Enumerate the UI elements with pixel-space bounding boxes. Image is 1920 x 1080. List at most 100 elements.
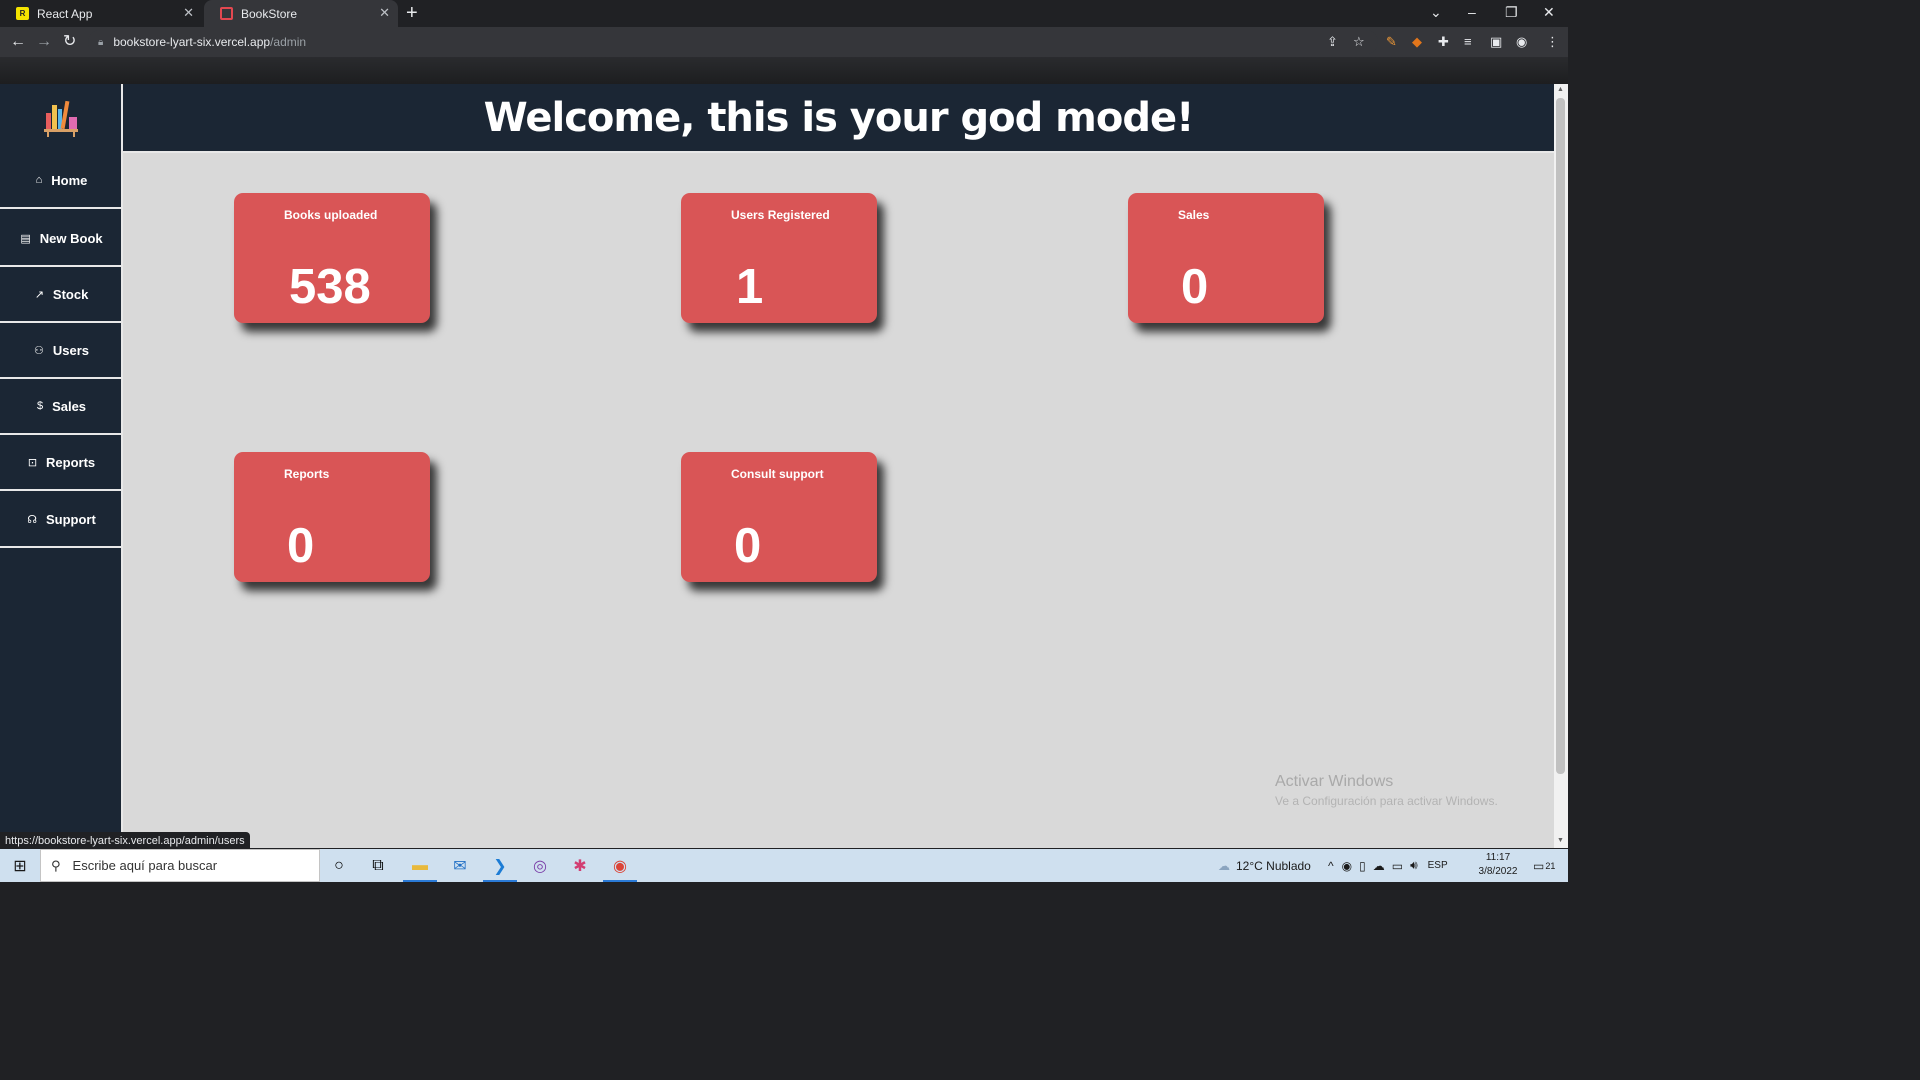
sidebar-item-label: New Book bbox=[39, 230, 103, 246]
stat-card-reports[interactable]: Reports 0 bbox=[234, 452, 430, 582]
book-add-icon: ▤ bbox=[20, 232, 31, 245]
notification-icon: ▭ bbox=[1533, 858, 1545, 873]
tab-title: BookStore bbox=[241, 6, 298, 21]
search-icon: ⚲ bbox=[51, 857, 61, 873]
sidebar-item-stock[interactable]: ↗ Stock bbox=[0, 267, 123, 323]
profile-avatar-icon[interactable]: ◉ bbox=[1516, 33, 1527, 51]
logo[interactable] bbox=[0, 84, 121, 153]
reload-icon[interactable]: ↻ bbox=[63, 32, 76, 52]
sidebar-item-sales[interactable]: $ Sales bbox=[0, 379, 123, 435]
bookmarks-bar bbox=[0, 57, 1568, 84]
sidebar-item-new-book[interactable]: ▤ New Book bbox=[0, 211, 123, 267]
report-icon: ⊡ bbox=[27, 456, 38, 469]
trend-icon: ↗ bbox=[34, 288, 44, 301]
stat-card-sales[interactable]: Sales 0 bbox=[1128, 193, 1324, 323]
activation-watermark-title: Activar Windows bbox=[1275, 773, 1394, 790]
github-desktop-icon[interactable]: ◎ bbox=[521, 849, 559, 882]
restore-icon[interactable]: ❐ bbox=[1505, 2, 1518, 22]
chevron-up-icon[interactable]: ^ bbox=[1328, 859, 1334, 873]
share-icon[interactable]: ⇪ bbox=[1327, 33, 1338, 51]
sidebar-item-reports[interactable]: ⊡ Reports bbox=[0, 435, 123, 491]
reading-list-icon[interactable]: ≡ bbox=[1464, 33, 1472, 51]
cloud-icon: ☁ bbox=[1218, 858, 1230, 873]
network-icon[interactable]: ▭ bbox=[1392, 859, 1403, 873]
user-icon: ⚇ bbox=[33, 344, 44, 357]
minimize-icon[interactable]: – bbox=[1468, 2, 1476, 22]
notifications-button[interactable]: ▭ 21 bbox=[1533, 849, 1555, 882]
new-tab-icon[interactable]: + bbox=[406, 3, 418, 23]
task-view-icon[interactable]: ⧉ bbox=[359, 849, 397, 882]
fox-extension-icon[interactable]: ◆ bbox=[1412, 33, 1422, 51]
close-icon[interactable]: ✕ bbox=[379, 6, 390, 20]
forward-icon[interactable]: → bbox=[36, 32, 52, 52]
card-value: 0 bbox=[734, 519, 762, 573]
stat-card-books[interactable]: Books uploaded 538 bbox=[234, 193, 430, 323]
pen-extension-icon[interactable]: ✎ bbox=[1386, 33, 1397, 51]
react-app-icon: R bbox=[16, 7, 29, 20]
taskbar-clock[interactable]: 11:17 3/8/2022 bbox=[1470, 851, 1526, 879]
extensions-icon[interactable]: ✚ bbox=[1438, 33, 1449, 51]
dollar-icon: $ bbox=[36, 400, 44, 412]
url-path: /admin bbox=[270, 35, 307, 49]
back-icon[interactable]: ← bbox=[10, 32, 26, 52]
card-value: 538 bbox=[289, 260, 371, 314]
taskbar-search-input[interactable]: ⚲ Escribe aquí para buscar bbox=[40, 849, 320, 882]
card-title: Books uploaded bbox=[284, 208, 378, 222]
page-header: Welcome, this is your god mode! bbox=[123, 84, 1554, 153]
vscode-icon[interactable]: ❯ bbox=[481, 849, 519, 882]
slack-icon[interactable]: ✱ bbox=[561, 849, 599, 882]
sidebar-item-label: Sales bbox=[52, 398, 87, 414]
bookmark-star-icon[interactable]: ☆ bbox=[1353, 33, 1365, 51]
card-value: 1 bbox=[736, 260, 764, 314]
clock-date: 3/8/2022 bbox=[1478, 866, 1518, 877]
window-close-icon[interactable]: ✕ bbox=[1543, 2, 1555, 22]
language-indicator[interactable]: ESP bbox=[1428, 860, 1448, 871]
status-url: https://bookstore-lyart-six.vercel.app/a… bbox=[5, 834, 245, 847]
activation-watermark-subtitle: Ve a Configuración para activar Windows. bbox=[1275, 794, 1498, 808]
menu-icon[interactable]: ⋮ bbox=[1546, 33, 1559, 51]
notification-count: 21 bbox=[1545, 860, 1556, 871]
lock-icon: 🔒︎ bbox=[98, 36, 104, 48]
scroll-up-icon[interactable]: ▲ bbox=[1557, 86, 1564, 93]
cortana-icon[interactable]: ○ bbox=[320, 849, 358, 882]
bookstore-icon bbox=[220, 7, 233, 20]
search-placeholder: Escribe aquí para buscar bbox=[72, 858, 218, 873]
weather-text: 12°C Nublado bbox=[1236, 858, 1311, 873]
headset-icon: ☊ bbox=[27, 513, 37, 526]
sidebar-item-support[interactable]: ☊ Support bbox=[0, 492, 123, 548]
bookshelf-logo-icon bbox=[43, 100, 78, 137]
sidebar-item-users[interactable]: ⚇ Users bbox=[0, 323, 123, 379]
sidebar: ⌂ Home ▤ New Book ↗ Stock ⚇ Users $ Sale… bbox=[0, 84, 123, 848]
weather-widget[interactable]: ☁ 12°C Nublado bbox=[1218, 849, 1311, 882]
sidebar-item-home[interactable]: ⌂ Home bbox=[0, 153, 123, 209]
browser-tab-bar: R React App ✕ BookStore ✕ + ⌄ – ❐ ✕ bbox=[0, 0, 1568, 27]
device-icon[interactable]: ▯ bbox=[1359, 859, 1366, 873]
file-explorer-icon[interactable]: ▬ bbox=[401, 849, 439, 882]
windows-start-icon[interactable]: ⊞ bbox=[0, 849, 40, 882]
page-scrollbar[interactable]: ▲ ▼ bbox=[1554, 84, 1568, 848]
tab-bookstore[interactable]: BookStore ✕ bbox=[204, 0, 398, 27]
home-icon: ⌂ bbox=[35, 174, 43, 186]
scroll-thumb[interactable] bbox=[1556, 98, 1565, 774]
tab-react-app[interactable]: R React App ✕ bbox=[0, 0, 202, 27]
sidebar-item-label: Home bbox=[51, 172, 88, 188]
chrome-icon[interactable]: ◉ bbox=[601, 849, 639, 882]
record-icon[interactable]: ◉ bbox=[1342, 859, 1352, 873]
url-host: bookstore-lyart-six.vercel.app bbox=[113, 35, 271, 49]
volume-icon[interactable]: 🔊︎ bbox=[1410, 858, 1418, 873]
sidebar-item-label: Stock bbox=[52, 286, 89, 302]
close-icon[interactable]: ✕ bbox=[183, 6, 194, 20]
address-bar[interactable]: 🔒︎ bookstore-lyart-six.vercel.app /admin bbox=[88, 30, 1378, 54]
card-title: Users Registered bbox=[731, 208, 830, 222]
stat-card-users[interactable]: Users Registered 1 bbox=[681, 193, 877, 323]
tab-search-icon[interactable]: ⌄ bbox=[1430, 2, 1442, 22]
mail-icon[interactable]: ✉ bbox=[441, 849, 479, 882]
stat-card-support[interactable]: Consult support 0 bbox=[681, 452, 877, 582]
side-panel-icon[interactable]: ▣ bbox=[1490, 33, 1502, 51]
link-status-bar: https://bookstore-lyart-six.vercel.app/a… bbox=[0, 832, 250, 849]
windows-taskbar: ⊞ ⚲ Escribe aquí para buscar ○ ⧉ ▬ ✉ ❯ ◎… bbox=[0, 849, 1568, 882]
sidebar-item-label: Support bbox=[45, 511, 96, 527]
scroll-down-icon[interactable]: ▼ bbox=[1557, 837, 1564, 844]
card-value: 0 bbox=[1181, 260, 1209, 314]
onedrive-icon[interactable]: ☁ bbox=[1373, 859, 1385, 873]
